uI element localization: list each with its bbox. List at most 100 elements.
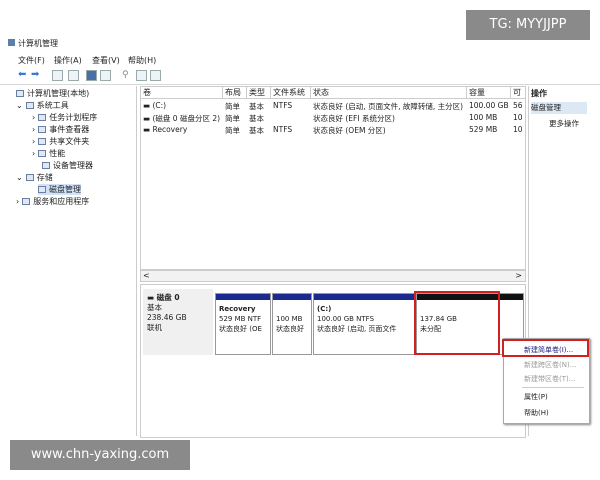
shared-folder-icon (38, 138, 47, 145)
scroll-left-icon[interactable]: < (143, 271, 150, 280)
tree-item-disk-management[interactable]: 磁盘管理 (38, 184, 81, 195)
new-simple-volume-highlight-box (502, 339, 589, 357)
folder-icon[interactable] (52, 70, 63, 81)
tools-icon (25, 102, 34, 109)
tree-item-event-viewer[interactable]: › 事件查看器 (32, 124, 89, 135)
chevron-down-icon: ⌄ (16, 173, 23, 182)
partition-size: 100.00 GB NTFS (317, 315, 375, 323)
column-header-capacity[interactable]: 容量 (467, 87, 511, 99)
properties-icon[interactable] (150, 70, 161, 81)
window-title-bar: 计算机管理 (0, 34, 600, 52)
toolbar: ⬅ ➡ ⚲ (0, 68, 600, 85)
tree-item-system-tools[interactable]: ⌄ 系统工具 (16, 100, 69, 111)
services-icon (22, 198, 31, 205)
context-menu: 新建简单卷(I)... 新建跨区卷(N)... 新建带区卷(T)... 属性(P… (502, 338, 590, 424)
table-cell: 100 MB (469, 113, 498, 122)
table-cell: 简单 (225, 126, 240, 135)
back-arrow-icon[interactable]: ⬅ (18, 70, 29, 81)
console-icon[interactable] (68, 70, 79, 81)
table-cell: NTFS (273, 125, 293, 134)
chevron-right-icon: › (32, 137, 36, 146)
partition-name: Recovery (219, 305, 256, 313)
column-header-free[interactable]: 可 (511, 87, 525, 99)
table-cell: 简单 (225, 102, 240, 111)
table-cell: 基本 (249, 102, 264, 111)
table-cell: 10 (513, 125, 523, 134)
context-item-new-spanned-volume[interactable]: 新建跨区卷(N)... (508, 358, 585, 372)
panel-icon[interactable] (100, 70, 111, 81)
chevron-down-icon: ⌄ (16, 101, 23, 110)
watermark-bottom: www.chn-yaxing.com (10, 440, 190, 470)
computer-icon (16, 90, 24, 97)
disk-icon (38, 186, 46, 193)
table-cell: NTFS (273, 101, 293, 110)
partition-efi[interactable]: 100 MB 状态良好 (272, 293, 312, 355)
disk-type: 基本 (147, 303, 162, 312)
menu-file[interactable]: 文件(F) (18, 55, 45, 66)
partition-status: 状态良好 (OE (219, 325, 262, 333)
partition-recovery[interactable]: Recovery 529 MB NTF 状态良好 (OE (215, 293, 271, 355)
column-header-status[interactable]: 状态 (311, 87, 467, 99)
context-item-new-striped-volume[interactable]: 新建带区卷(T)... (508, 372, 585, 386)
horizontal-scrollbar[interactable]: < > (140, 270, 526, 282)
tree-item-storage[interactable]: ⌄ 存储 (16, 172, 53, 183)
help-icon[interactable] (86, 70, 97, 81)
actions-section-disk-management[interactable]: 磁盘管理 (531, 102, 587, 114)
storage-icon (25, 174, 34, 181)
clock-icon (38, 114, 47, 121)
table-row[interactable]: ▬ Recovery (141, 125, 223, 134)
chevron-right-icon: › (32, 149, 36, 158)
column-header-type[interactable]: 类型 (247, 87, 271, 99)
tree-item-device-manager[interactable]: 设备管理器 (42, 160, 93, 171)
scroll-right-icon[interactable]: > (515, 271, 522, 280)
menu-view[interactable]: 查看(V) (92, 55, 120, 66)
pin-icon[interactable]: ⚲ (122, 70, 133, 81)
chevron-right-icon: › (32, 113, 36, 122)
context-item-help[interactable]: 帮助(H) (508, 406, 585, 420)
event-icon (38, 126, 47, 133)
context-item-properties[interactable]: 属性(P) (508, 390, 585, 404)
disk-icon: ▬ (147, 293, 157, 302)
partition-name: (C:) (317, 305, 332, 313)
partition-size: 100 MB (276, 315, 303, 323)
table-cell: 状态良好 (OEM 分区) (313, 126, 386, 135)
disk-status: 联机 (147, 323, 162, 332)
menu-action[interactable]: 操作(A) (54, 55, 82, 66)
more-actions-link[interactable]: 更多操作 (549, 118, 579, 129)
partition-status: 状态良好 (276, 325, 304, 333)
tree-item-services-apps[interactable]: › 服务和应用程序 (16, 196, 89, 207)
actions-header: 操作 (531, 89, 547, 98)
table-row[interactable]: ▬ (C:) (141, 101, 223, 110)
table-cell: 简单 (225, 114, 240, 123)
unallocated-highlight-box (414, 291, 500, 355)
table-cell: 基本 (249, 126, 264, 135)
column-header-layout[interactable]: 布局 (223, 87, 247, 99)
table-cell: 状态良好 (EFI 系统分区) (313, 114, 395, 123)
chevron-right-icon: › (16, 197, 20, 206)
table-cell: 529 MB (469, 125, 498, 134)
tree-item-shared-folders[interactable]: › 共享文件夹 (32, 136, 89, 147)
partition-c[interactable]: (C:) 100.00 GB NTFS 状态良好 (启动, 页面文件 (313, 293, 415, 355)
table-cell: 100.00 GB (469, 101, 509, 110)
context-menu-divider (522, 387, 584, 388)
forward-arrow-icon[interactable]: ➡ (31, 70, 42, 81)
disk-size: 238.46 GB (147, 313, 187, 322)
window-title: 计算机管理 (18, 39, 58, 48)
table-row[interactable]: ▬ (磁盘 0 磁盘分区 2) (141, 113, 223, 124)
table-cell: 10 (513, 113, 523, 122)
tree-item-performance[interactable]: › 性能 (32, 148, 65, 159)
disk-name: 磁盘 0 (156, 293, 180, 302)
partition-name (276, 304, 308, 314)
table-cell: 56 (513, 101, 523, 110)
chevron-right-icon: › (32, 125, 36, 134)
app-icon (8, 39, 15, 46)
disk-0-header[interactable]: ▬ 磁盘 0 基本 238.46 GB 联机 (143, 289, 213, 355)
column-header-volume[interactable]: 卷 (141, 87, 223, 99)
menu-help[interactable]: 帮助(H) (128, 55, 156, 66)
check-icon[interactable] (136, 70, 147, 81)
tree-item-task-scheduler[interactable]: › 任务计划程序 (32, 112, 97, 123)
partition-status: 状态良好 (启动, 页面文件 (317, 325, 397, 333)
tree-item-root[interactable]: 计算机管理(本地) (16, 88, 89, 99)
performance-icon (38, 150, 47, 157)
column-header-filesystem[interactable]: 文件系统 (271, 87, 311, 99)
